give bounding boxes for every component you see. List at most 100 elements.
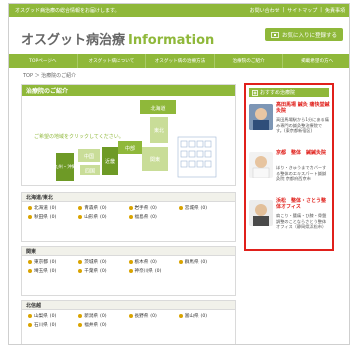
region-label-chugoku: 中国 <box>84 153 94 160</box>
prefecture-name: 福井県 <box>84 323 99 328</box>
site-logo[interactable]: オスグット病治療 Information <box>21 29 214 48</box>
prefecture-list: 東京都 (0) 茨城県 (0) 栃木県 (0) 群馬県 (0) 埼玉県 (0) 千葉県 (0) 神奈川県… <box>22 256 235 277</box>
clinic-name[interactable]: 浜松 整体・さとう整体オフィス <box>276 198 330 211</box>
prefecture-name: 千葉県 <box>84 269 99 274</box>
prefecture-count: (0) <box>150 313 157 319</box>
bullet-icon <box>78 323 83 327</box>
region-hokkaido[interactable]: 北海道 <box>140 100 176 114</box>
bullet-icon <box>178 260 183 264</box>
prefecture-count: (0) <box>49 268 57 274</box>
region-chugoku[interactable]: 中国 <box>78 149 100 162</box>
prefecture-link[interactable]: 秋田県 (0) <box>28 214 78 220</box>
nav-clinics[interactable]: 治療院のご紹介 <box>215 54 284 68</box>
prefecture-count: (0) <box>200 259 208 265</box>
bullet-icon <box>78 269 83 273</box>
prefecture-count: (0) <box>49 214 57 220</box>
region-label-tohoku: 東北 <box>154 127 164 134</box>
bullet-icon <box>28 269 32 273</box>
prefecture-link[interactable]: 福井県 (0) <box>78 322 128 328</box>
clinic-description: 肩こり・腰痛・ひ膝・骨盤調整のことならさとう整体オフィス（静岡県浜松市） <box>276 213 327 230</box>
region-shikoku[interactable]: 四国 <box>80 165 100 175</box>
prefecture-link[interactable]: 神奈川県 (0) <box>128 268 179 274</box>
prefecture-link[interactable]: 山梨県 (0) <box>28 313 78 319</box>
prefecture-link[interactable]: 岩手県 (0) <box>128 205 179 211</box>
main-content: 治療院のご紹介 ご希望の地域をクリックしてください。 北海道 東北 中部 関東 … <box>21 84 236 344</box>
prefecture-link[interactable]: 東京都 (0) <box>28 259 78 265</box>
prefecture-count: (0) <box>154 268 162 274</box>
prefecture-count: (0) <box>49 313 57 319</box>
region-label-hokkaido: 北海道 <box>150 105 165 112</box>
prefecture-link[interactable]: 富山県 (0) <box>178 313 229 319</box>
bullet-icon <box>78 260 83 264</box>
bullet-icon <box>78 314 83 318</box>
clinic-name[interactable]: 高田馬場 鍼灸 痛快堂鍼灸院 <box>276 102 330 115</box>
prefecture-name: 宮城県 <box>184 206 199 211</box>
prefecture-count: (0) <box>100 313 107 319</box>
bullet-icon <box>28 323 32 327</box>
region-kanto[interactable]: 関東 <box>142 147 168 171</box>
add-favorite-label: お気に入りに登録する <box>281 32 337 39</box>
prefecture-count: (0) <box>100 214 107 220</box>
nav-clinics-label: 治療院のご紹介 <box>232 59 265 64</box>
prefecture-list: 北海道 (0) 青森県 (0) 岩手県 (0) 宮城県 (0) 秋田県 (0) 山形県 (0) 福島県(… <box>22 202 235 223</box>
clinic-icon <box>252 89 258 96</box>
prefecture-link[interactable]: 北海道 (0) <box>28 205 78 211</box>
nav-listing[interactable]: 掲載希望の方へ <box>283 54 349 68</box>
prefecture-grid <box>177 136 217 178</box>
region-tohoku[interactable]: 東北 <box>150 117 168 143</box>
prefecture-link[interactable]: 山形県 (0) <box>78 214 128 220</box>
favorite-screen-icon <box>271 31 279 38</box>
prefecture-name: 新潟県 <box>84 314 99 319</box>
prefecture-link[interactable]: 青森県 (0) <box>78 205 128 211</box>
bullet-icon <box>128 260 133 264</box>
prefecture-name: 神奈川県 <box>134 269 153 274</box>
prefecture-count: (0) <box>150 205 157 211</box>
region-label-shikoku: 四国 <box>85 169 95 175</box>
nav-treatment[interactable]: オスグット病の治療方法 <box>146 54 215 68</box>
prefecture-count: (0) <box>49 205 57 211</box>
map-panel: 治療院のご紹介 ご希望の地域をクリックしてください。 北海道 東北 中部 関東 … <box>21 84 236 186</box>
region-kyushu[interactable]: 九州・沖縄 <box>54 153 77 181</box>
prefecture-name: 栃木県 <box>134 260 149 265</box>
clinic-card[interactable]: 高田馬場 鍼灸 痛快堂鍼灸院 高田馬場駅から1分にある痛み専門の鍼灸整治療院です… <box>249 101 331 147</box>
add-favorite-button[interactable]: お気に入りに登録する <box>265 28 343 41</box>
clinic-card[interactable]: 京都 整体 鍼鍼灸院 ほり・きゅうまでカバーする整体のエキスパート鍼鍼灸院 京都… <box>249 149 331 195</box>
prefecture-name: 秋田県 <box>34 215 48 220</box>
nav-about-osgood[interactable]: オスグット病について <box>78 54 147 68</box>
prefecture-link[interactable]: 千葉県 (0) <box>78 268 128 274</box>
clinic-description: 高田馬場駅から1分にある痛み専門の鍼灸整治療院です。(東京都新宿区) <box>276 117 329 134</box>
contact-link[interactable]: お問い合わせ <box>250 7 280 14</box>
prefecture-name: 茨城県 <box>84 260 99 265</box>
prefecture-link[interactable]: 茨城県 (0) <box>78 259 128 265</box>
prefecture-name: 東京都 <box>34 260 48 265</box>
prefecture-link[interactable]: 群馬県 (0) <box>178 259 229 265</box>
prefecture-link[interactable]: 栃木県 (0) <box>128 259 179 265</box>
prefecture-link[interactable]: 石川県 (0) <box>28 322 78 328</box>
prefecture-name: 山形県 <box>84 215 99 220</box>
top-links: お問い合わせ | サイトマップ | 免責事項 <box>249 7 345 14</box>
region-kinki[interactable]: 近畿 <box>102 147 118 175</box>
clinic-card[interactable]: 浜松 整体・さとう整体オフィス 肩こり・腰痛・ひ膝・骨盤調整のことならさとう整体… <box>249 197 331 243</box>
prefecture-link[interactable]: 福島県 (0) <box>128 214 179 220</box>
prefecture-link[interactable]: 宮城県 (0) <box>178 205 229 211</box>
prefecture-count: (0) <box>49 259 57 265</box>
prefecture-name: 富山県 <box>184 314 199 319</box>
sitemap-link[interactable]: サイトマップ <box>287 7 317 14</box>
prefecture-count: (0) <box>150 214 157 220</box>
nav-about-osgood-label: オスグット病について <box>88 59 135 64</box>
prefecture-link[interactable]: 長野県 (0) <box>128 313 179 319</box>
site-header: オスグット病治療 Information お気に入りに登録する <box>9 17 349 54</box>
region-heading: 北海道/東北 <box>22 193 235 202</box>
prefecture-link[interactable]: 新潟県 (0) <box>78 313 128 319</box>
nav-top[interactable]: TOPページへ <box>9 54 78 68</box>
bullet-icon <box>178 206 183 210</box>
region-chubu[interactable]: 中部 <box>118 141 142 154</box>
prefecture-link[interactable]: 埼玉県 (0) <box>28 268 78 274</box>
logo-english: Information <box>128 33 215 48</box>
disclaimer-link[interactable]: 免責事項 <box>325 7 345 14</box>
clinic-name[interactable]: 京都 整体 鍼鍼灸院 <box>276 150 330 156</box>
nav-top-label: TOPページへ <box>29 59 57 64</box>
clinic-photo <box>249 152 273 178</box>
prefecture-count: (0) <box>100 259 107 265</box>
main-nav: TOPページへ オスグット病について オスグット病の治療方法 治療院のご紹介 掲… <box>9 54 349 68</box>
